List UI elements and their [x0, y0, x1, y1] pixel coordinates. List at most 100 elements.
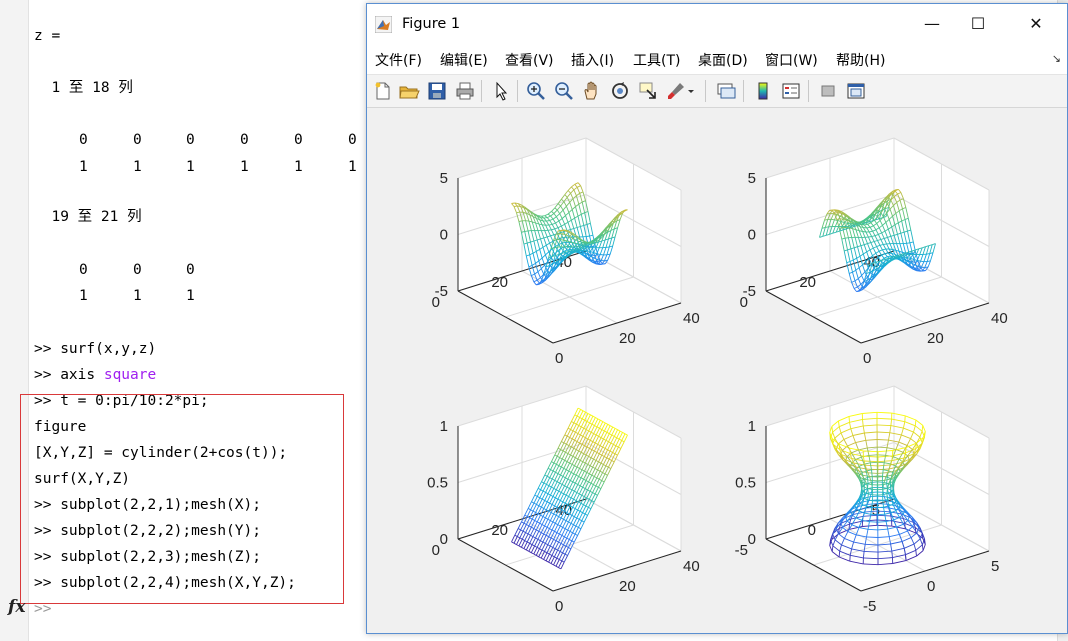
matrix-cell: 0 — [348, 132, 357, 148]
mesh-line — [524, 230, 529, 232]
open-file-icon[interactable] — [398, 80, 420, 102]
menu-dock-arrow-icon[interactable]: ↘ — [1052, 52, 1061, 65]
y-tick-label: 0 — [432, 294, 440, 311]
mesh-line — [886, 483, 888, 489]
mesh-line — [837, 212, 842, 214]
menu-edit[interactable]: 编辑(E) — [440, 50, 488, 70]
axes-3: 10.504020002040 — [427, 385, 700, 615]
mesh-line — [862, 231, 866, 233]
legend-icon[interactable] — [780, 80, 802, 102]
save-icon[interactable] — [426, 80, 448, 102]
hide-tools-icon[interactable] — [817, 80, 839, 102]
close-button[interactable]: ✕ — [1013, 10, 1059, 38]
mesh-line — [587, 242, 591, 244]
mesh-line — [540, 217, 544, 219]
mesh-line — [831, 218, 835, 221]
matrix-cell: 0 — [79, 132, 88, 148]
mesh-line — [590, 242, 595, 244]
mesh-line — [861, 221, 866, 224]
mesh-line — [835, 209, 839, 211]
matrix-cell: 0 — [294, 132, 303, 148]
mesh-line — [582, 247, 587, 249]
z-tick-label: 0 — [748, 531, 756, 548]
mesh-line — [517, 205, 521, 207]
figure-titlebar[interactable]: Figure 1 — ☐ ✕ — [367, 4, 1067, 44]
y-tick-label: -5 — [735, 542, 748, 559]
menu-help[interactable]: 帮助(H) — [836, 50, 885, 70]
matrix-cell: 1 — [79, 288, 88, 304]
mesh-line — [516, 211, 520, 214]
mesh-line — [588, 241, 592, 243]
mesh-line — [586, 235, 590, 238]
rotate3d-icon[interactable] — [609, 80, 631, 102]
y-tick-label: 20 — [491, 274, 508, 291]
mesh-line — [883, 243, 887, 245]
mesh-line — [598, 263, 602, 265]
x-tick-label: 40 — [683, 558, 700, 575]
mesh-line — [513, 205, 518, 207]
command-line: >> surf(x,y,z) — [34, 341, 157, 357]
toolbar-separator — [808, 80, 809, 102]
colorbar-icon[interactable] — [752, 80, 774, 102]
mesh-line — [877, 446, 888, 449]
mesh-line — [554, 246, 558, 249]
mesh-line — [596, 260, 601, 262]
axes-1: 50-54020002040 — [432, 137, 700, 367]
mesh-line — [877, 475, 887, 478]
command-keyword: square — [103, 367, 157, 383]
print-icon[interactable] — [454, 80, 476, 102]
new-figure-icon[interactable] — [372, 80, 394, 102]
show-tools-icon[interactable] — [845, 80, 867, 102]
mesh-line — [547, 229, 552, 231]
menu-view[interactable]: 查看(V) — [505, 50, 554, 70]
figure-toolbar — [367, 75, 1067, 108]
matrix-cell: 1 — [79, 159, 88, 175]
maximize-button[interactable]: ☐ — [955, 10, 1001, 38]
zoom-in-icon[interactable] — [525, 80, 547, 102]
zoom-out-icon[interactable] — [553, 80, 575, 102]
brush-dropdown-icon[interactable] — [685, 80, 697, 102]
mesh-line — [877, 454, 886, 456]
z-tick-label: 0 — [440, 227, 448, 244]
mesh-line — [903, 254, 907, 256]
mesh-line — [867, 528, 878, 531]
brush-icon[interactable] — [665, 80, 687, 102]
mesh-line — [845, 237, 849, 239]
select-arrow-icon[interactable] — [490, 80, 512, 102]
matrix-cell: 0 — [79, 262, 88, 278]
mesh-line — [577, 245, 582, 247]
menu-desktop[interactable]: 桌面(D) — [698, 50, 748, 70]
toolbar-separator — [481, 80, 482, 102]
figure-window[interactable]: Figure 1 — ☐ ✕ 文件(F) 编辑(E) 查看(V) 插入(I) 工… — [366, 3, 1068, 634]
mesh-line — [867, 477, 869, 484]
menu-insert[interactable]: 插入(I) — [571, 50, 614, 70]
mesh-line — [920, 260, 924, 263]
figure-menubar: 文件(F) 编辑(E) 查看(V) 插入(I) 工具(T) 桌面(D) 窗口(W… — [367, 44, 1067, 75]
z-tick-label: 0.5 — [427, 475, 448, 492]
mesh-line — [868, 454, 878, 456]
command-line: >> axis square — [34, 366, 156, 384]
mesh-line — [867, 488, 869, 494]
mesh-line — [848, 225, 852, 227]
mesh-line — [555, 233, 560, 235]
mesh-line — [838, 551, 841, 558]
mesh-line — [877, 439, 889, 441]
minimize-button[interactable]: — — [909, 10, 955, 38]
figure-canvas[interactable]: 50-5402000204050-5402000204010.504020002… — [367, 108, 1067, 633]
mesh-line — [866, 468, 878, 471]
mesh-line — [868, 236, 872, 238]
menu-tools[interactable]: 工具(T) — [633, 50, 680, 70]
mesh-line — [924, 266, 929, 269]
pan-hand-icon[interactable] — [581, 80, 603, 102]
mesh-line — [918, 270, 923, 272]
mesh-line — [863, 492, 866, 499]
x-tick-label: 0 — [863, 350, 871, 367]
function-browser-icon[interactable]: fx — [8, 597, 25, 617]
mesh-line — [864, 223, 868, 226]
x-tick-label: 5 — [991, 558, 999, 575]
data-cursor-icon[interactable] — [637, 80, 659, 102]
link-plot-icon[interactable] — [715, 80, 737, 102]
menu-file[interactable]: 文件(F) — [375, 50, 422, 70]
menu-window[interactable]: 窗口(W) — [765, 50, 818, 70]
mesh-line — [825, 226, 829, 228]
